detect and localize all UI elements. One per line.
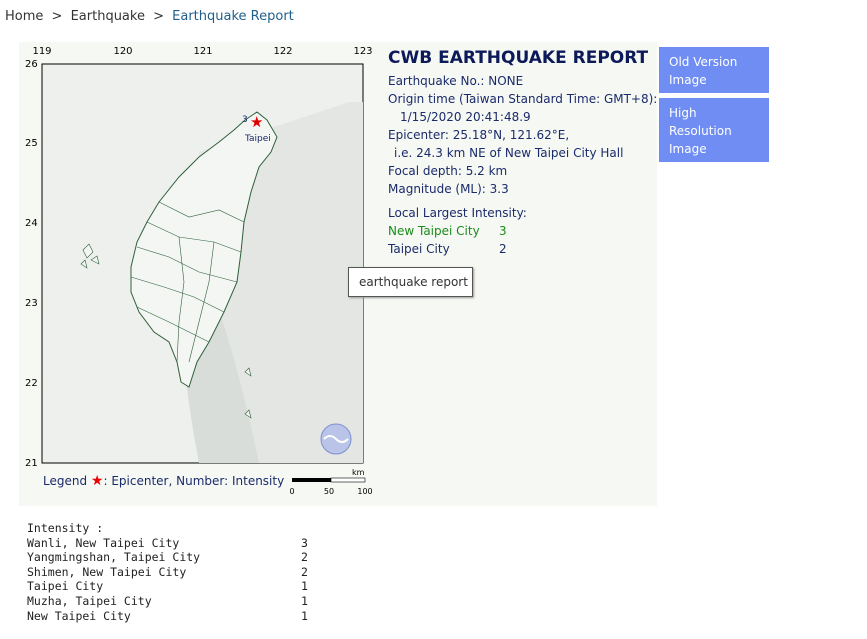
map-legend: Legend ★: Epicenter, Number: Intensity: [43, 473, 284, 489]
origin-label: Origin time (Taiwan Standard Time: GMT+8…: [388, 92, 658, 106]
intensity-value: 3: [301, 535, 308, 550]
local-intensity-value: 3: [499, 224, 507, 238]
epicenter-reference: i.e. 24.3 km NE of New Taipei City Hall: [394, 146, 624, 160]
lat-tick: 22: [25, 378, 38, 389]
origin-time: 1/15/2020 20:41:48.9: [400, 110, 531, 124]
map-panel: 119 120 121 122 123 26 25 24 23 22 21 3 …: [19, 42, 379, 506]
intensity-table: Intensity : Wanli, New Taipei City 3 Yan…: [27, 521, 308, 623]
table-row: Taipei City 1: [27, 579, 308, 594]
intensity-value: 1: [301, 608, 308, 623]
focal-depth: Focal depth: 5.2 km: [388, 164, 508, 178]
high-resolution-image-button[interactable]: High Resolution Image: [659, 98, 769, 162]
scale-bar-black: [292, 478, 331, 482]
intensity-value: 2: [301, 550, 308, 565]
report-title: CWB EARTHQUAKE REPORT: [388, 48, 649, 68]
intensity-location: Taipei City: [27, 579, 104, 594]
scale-tick: 50: [324, 487, 334, 496]
table-row: Wanli, New Taipei City 3: [27, 536, 308, 551]
lon-tick: 120: [113, 46, 132, 57]
scale-tick: 100: [357, 487, 372, 496]
lon-tick: 121: [193, 46, 212, 57]
lon-tick: 119: [32, 46, 51, 57]
local-intensity-name: New Taipei City: [388, 224, 480, 238]
table-row: Muzha, Taipei City 1: [27, 594, 308, 609]
lat-tick: 24: [25, 218, 38, 229]
epicenter: Epicenter: 25.18°N, 121.62°E,: [388, 128, 570, 142]
map-svg: 119 120 121 122 123 26 25 24 23 22 21 3 …: [25, 46, 373, 496]
magnitude: Magnitude (ML): 3.3: [388, 182, 509, 196]
legend-star-icon: ★: [90, 473, 104, 489]
legend-label: Legend: [43, 474, 88, 488]
scale-tick: 0: [289, 487, 294, 496]
intensity-number: 3: [242, 115, 248, 125]
intensity-header: Intensity :: [27, 521, 104, 535]
epicenter-star-icon: ★: [250, 113, 263, 131]
lat-tick: 23: [25, 298, 38, 309]
local-intensity-row: New Taipei City 3: [388, 222, 658, 240]
scale-bar-white: [330, 477, 366, 483]
lat-tick: 21: [25, 458, 38, 469]
intensity-location: New Taipei City: [27, 608, 131, 623]
lon-tick: 122: [273, 46, 292, 57]
intensity-location: Wanli, New Taipei City: [27, 535, 180, 550]
scale-unit: km: [352, 468, 365, 477]
breadcrumb: Home > Earthquake > Earthquake Report: [5, 9, 298, 24]
lat-tick: 26: [25, 59, 38, 70]
intensity-value: 1: [301, 593, 308, 608]
lat-tick: 25: [25, 138, 38, 149]
lon-tick: 123: [353, 46, 372, 57]
legend-text: : Epicenter, Number: Intensity: [103, 474, 285, 488]
intensity-value: 1: [301, 579, 308, 594]
breadcrumb-earthquake-link[interactable]: Earthquake: [71, 9, 145, 24]
breadcrumb-current[interactable]: Earthquake Report: [172, 9, 294, 24]
city-label: Taipei: [244, 134, 271, 144]
old-version-image-button[interactable]: Old Version Image: [659, 47, 769, 93]
local-intensity-label: Local Largest Intensity:: [388, 206, 527, 220]
breadcrumb-separator: >: [51, 9, 63, 24]
intensity-location: Yangmingshan, Taipei City: [27, 550, 201, 565]
table-row: Shimen, New Taipei City 2: [27, 565, 308, 580]
report-info: CWB EARTHQUAKE REPORT Earthquake No.: NO…: [388, 48, 658, 258]
intensity-location: Shimen, New Taipei City: [27, 564, 187, 579]
breadcrumb-separator: >: [153, 9, 165, 24]
breadcrumb-home-link[interactable]: Home: [5, 9, 43, 24]
tooltip: earthquake report: [348, 267, 473, 297]
intensity-value: 2: [301, 564, 308, 579]
table-row: New Taipei City 1: [27, 609, 308, 624]
intensity-location: Muzha, Taipei City: [27, 593, 152, 608]
local-intensity-name: Taipei City: [388, 242, 450, 256]
earthquake-number: Earthquake No.: NONE: [388, 74, 524, 88]
table-row: Yangmingshan, Taipei City 2: [27, 550, 308, 565]
local-intensity-value: 2: [499, 242, 507, 256]
local-intensity-row: Taipei City 2: [388, 240, 658, 258]
earthquake-report-image: 119 120 121 122 123 26 25 24 23 22 21 3 …: [19, 42, 657, 506]
